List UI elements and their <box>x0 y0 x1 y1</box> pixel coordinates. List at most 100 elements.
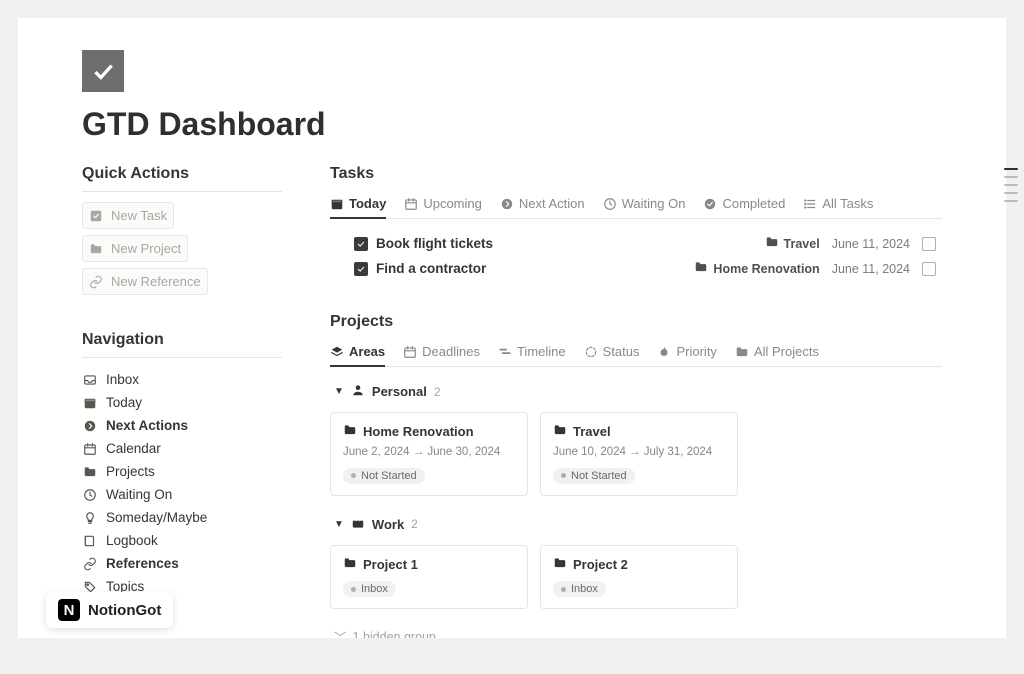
book-icon <box>82 534 98 548</box>
projects-tab-deadlines[interactable]: Deadlines <box>403 339 480 366</box>
nav-item-references[interactable]: References <box>82 552 282 575</box>
task-name: Find a contractor <box>376 261 486 276</box>
minimap <box>1004 168 1018 202</box>
link-icon <box>82 557 98 571</box>
tab-label: Priority <box>676 344 716 359</box>
clock-icon <box>82 488 98 502</box>
person-icon <box>351 383 365 400</box>
tasks-tab-upcoming[interactable]: Upcoming <box>404 191 482 218</box>
task-check-icon[interactable] <box>354 262 368 276</box>
calendar-icon <box>404 197 418 211</box>
nav-item-label: Calendar <box>106 441 161 456</box>
task-project[interactable]: Home Renovation <box>694 260 819 277</box>
folder-icon <box>553 423 567 440</box>
project-group-header-personal[interactable]: ▼ Personal 2 <box>330 379 942 404</box>
project-card[interactable]: Home Renovation June 2, 2024 → June 30, … <box>330 412 528 496</box>
task-row[interactable]: Book flight tickets Travel June 11, 2024 <box>330 231 942 256</box>
projects-tab-bar: Areas Deadlines Timeline Status Priority… <box>330 339 942 367</box>
link-icon <box>89 275 103 289</box>
navigation-heading: Navigation <box>82 331 282 349</box>
circle-dashed-icon <box>584 345 598 359</box>
project-card[interactable]: Travel June 10, 2024 → July 31, 2024 Not… <box>540 412 738 496</box>
calendar-icon <box>82 442 98 456</box>
quick-action-new-task[interactable]: New Task <box>82 202 174 229</box>
nav-item-label: Next Actions <box>106 418 188 433</box>
tab-label: All Projects <box>754 344 819 359</box>
project-card-dates: June 10, 2024 → July 31, 2024 <box>553 446 725 458</box>
brand-badge[interactable]: N NotionGot <box>46 592 173 628</box>
tasks-heading: Tasks <box>330 165 942 183</box>
project-card-title: Home Renovation <box>363 424 474 439</box>
tab-label: Completed <box>722 196 785 211</box>
tab-label: Status <box>603 344 640 359</box>
folder-icon <box>694 260 708 277</box>
projects-tab-timeline[interactable]: Timeline <box>498 339 566 366</box>
task-row[interactable]: Find a contractor Home Renovation June 1… <box>330 256 942 281</box>
hidden-group-toggle[interactable]: ﹀ 1 hidden group <box>330 625 942 638</box>
nav-item-today[interactable]: Today <box>82 391 282 414</box>
quick-action-new-project[interactable]: New Project <box>82 235 188 262</box>
task-done-checkbox[interactable] <box>922 237 936 251</box>
nav-item-label: Waiting On <box>106 487 172 502</box>
group-name: Personal <box>372 384 427 399</box>
tasks-tab-completed[interactable]: Completed <box>703 191 785 218</box>
tab-label: Upcoming <box>423 196 482 211</box>
tasks-tab-all-tasks[interactable]: All Tasks <box>803 191 873 218</box>
brand-name: NotionGot <box>88 602 161 619</box>
project-card[interactable]: Project 1 Inbox <box>330 545 528 610</box>
project-card[interactable]: Project 2 Inbox <box>540 545 738 610</box>
task-done-checkbox[interactable] <box>922 262 936 276</box>
quick-actions-heading: Quick Actions <box>82 165 282 183</box>
projects-tab-areas[interactable]: Areas <box>330 339 385 366</box>
inbox-icon <box>82 373 98 387</box>
projects-tab-status[interactable]: Status <box>584 339 640 366</box>
quick-action-label: New Reference <box>111 274 201 289</box>
tab-label: Waiting On <box>622 196 686 211</box>
nav-item-calendar[interactable]: Calendar <box>82 437 282 460</box>
projects-tab-all-projects[interactable]: All Projects <box>735 339 819 366</box>
folder-icon <box>343 423 357 440</box>
project-card-title: Project 2 <box>573 557 628 572</box>
page-icon-check <box>82 50 124 92</box>
tasks-tab-today[interactable]: Today <box>330 191 386 218</box>
calendar-today-icon <box>82 396 98 410</box>
folder-icon <box>89 242 103 256</box>
project-status-tag: Inbox <box>553 581 606 597</box>
nav-item-inbox[interactable]: Inbox <box>82 368 282 391</box>
nav-item-next-actions[interactable]: Next Actions <box>82 414 282 437</box>
task-check-icon[interactable] <box>354 237 368 251</box>
nav-item-logbook[interactable]: Logbook <box>82 529 282 552</box>
nav-item-waiting-on[interactable]: Waiting On <box>82 483 282 506</box>
tab-label: Today <box>349 196 386 211</box>
folder-icon <box>765 235 779 252</box>
quick-action-label: New Project <box>111 241 181 256</box>
tasks-tab-waiting-on[interactable]: Waiting On <box>603 191 686 218</box>
projects-heading: Projects <box>330 313 942 331</box>
calendar-icon <box>403 345 417 359</box>
group-count: 2 <box>434 385 441 399</box>
folder-icon <box>735 345 749 359</box>
flame-icon <box>657 345 671 359</box>
calendar-today-icon <box>330 197 344 211</box>
divider <box>82 357 282 358</box>
group-count: 2 <box>411 517 418 531</box>
nav-item-label: References <box>106 556 179 571</box>
check-circle-icon <box>703 197 717 211</box>
task-date: June 11, 2024 <box>832 237 910 251</box>
projects-tab-priority[interactable]: Priority <box>657 339 716 366</box>
nav-item-projects[interactable]: Projects <box>82 460 282 483</box>
nav-item-someday-maybe[interactable]: Someday/Maybe <box>82 506 282 529</box>
task-project[interactable]: Travel <box>765 235 820 252</box>
quick-action-new-reference[interactable]: New Reference <box>82 268 208 295</box>
project-group-header-work[interactable]: ▼ Work 2 <box>330 512 942 537</box>
project-card-title: Travel <box>573 424 611 439</box>
project-status-tag: Inbox <box>343 581 396 597</box>
triangle-down-icon: ▼ <box>334 386 344 397</box>
project-card-title: Project 1 <box>363 557 418 572</box>
briefcase-icon <box>351 516 365 533</box>
lightbulb-icon <box>82 511 98 525</box>
task-name: Book flight tickets <box>376 236 493 251</box>
list-icon <box>803 197 817 211</box>
tasks-tab-next-action[interactable]: Next Action <box>500 191 585 218</box>
nav-item-label: Inbox <box>106 372 139 387</box>
